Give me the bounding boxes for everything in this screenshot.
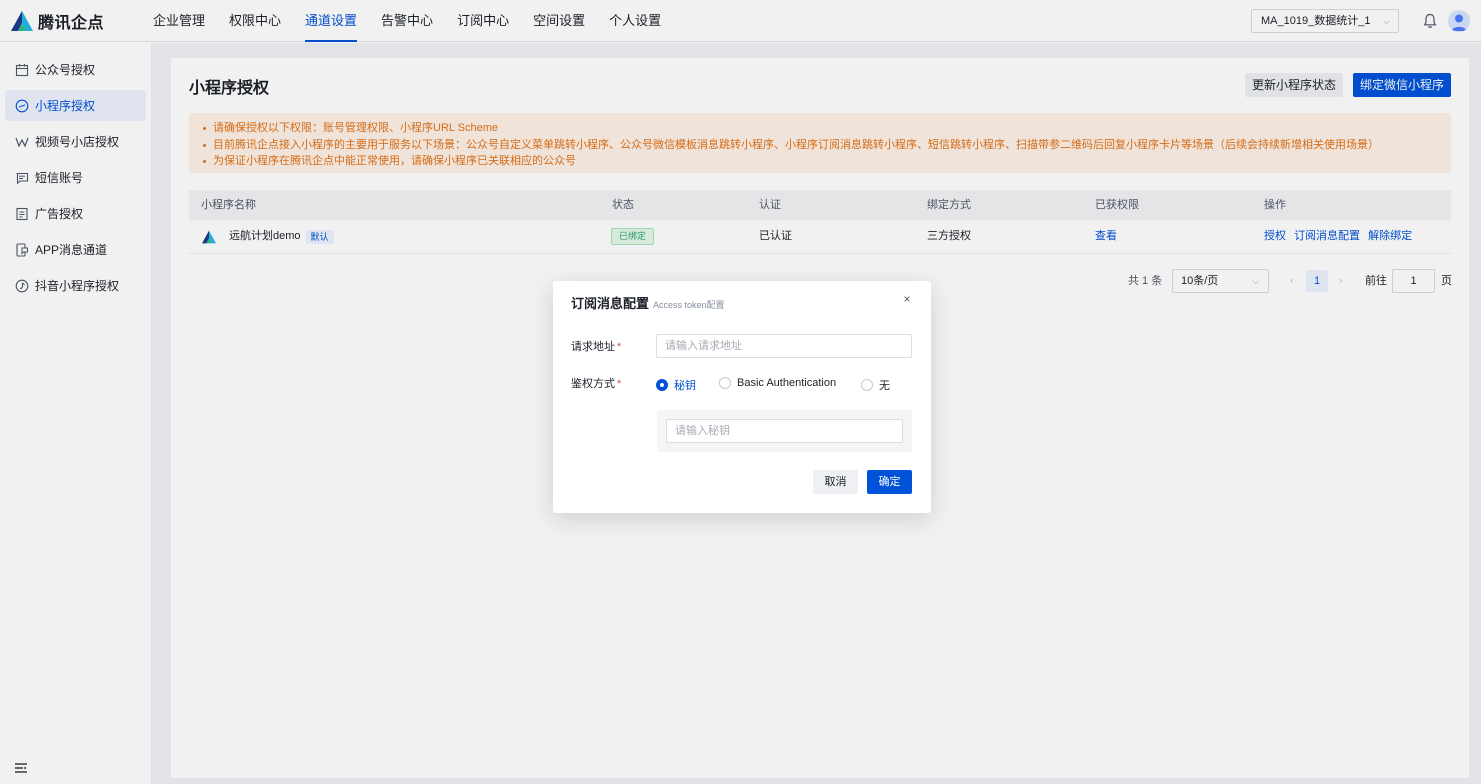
dialog-title: 订阅消息配置 Access token配置 [571,293,725,312]
subscription-config-dialog: 订阅消息配置Access token配置 × 请求地址* 鉴权方式* 秘钥 Ba… [553,281,931,513]
auth-method-label-text: 鉴权方式 [571,378,615,390]
radio-unchecked-icon [719,377,731,389]
radio-label: 秘钥 [674,380,696,392]
radio-checked-icon [656,379,668,391]
dialog-title-text: 订阅消息配置 [571,296,650,311]
close-icon[interactable]: × [901,293,913,305]
confirm-button[interactable]: 确定 [867,470,912,494]
required-mark: * [617,341,622,353]
radio-label: 无 [879,380,890,392]
request-url-input[interactable] [656,334,912,358]
dialog-subtitle: Access token配置 [653,300,725,310]
cancel-button[interactable]: 取消 [813,470,858,494]
radio-unchecked-icon [861,379,873,391]
request-url-label-text: 请求地址 [571,341,615,353]
secret-input[interactable] [666,419,903,443]
required-mark: * [617,378,622,390]
auth-radio-none[interactable]: 无 [861,377,890,393]
auth-radio-basic[interactable]: Basic Authentication [719,377,836,389]
auth-radio-secret[interactable]: 秘钥 [656,377,696,393]
radio-label: Basic Authentication [737,377,837,389]
request-url-label: 请求地址 * [571,340,621,354]
auth-method-label: 鉴权方式 * [571,377,621,391]
